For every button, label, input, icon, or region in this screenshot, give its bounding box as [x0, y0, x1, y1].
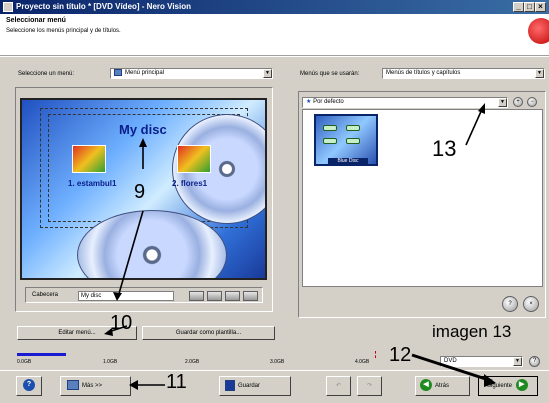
menus-used-select[interactable]: Menús de títulos y capítulos ▼ — [382, 68, 545, 79]
help-icon: ? — [23, 379, 35, 392]
menus-used-value: Menús de títulos y capítulos — [386, 70, 461, 76]
more-icon — [67, 380, 79, 391]
template-add-icon[interactable]: + — [513, 97, 523, 107]
capacity-tick: 0.0GB — [17, 359, 32, 365]
next-arrow-icon: ▶ — [515, 379, 528, 392]
menu-icon — [114, 69, 122, 76]
app-icon — [3, 2, 13, 12]
chevron-down-icon[interactable]: ▼ — [263, 69, 272, 78]
save-button-label: Guardar — [238, 383, 261, 389]
menu-select[interactable]: Menú principal ▼ — [110, 68, 273, 79]
capacity-tick: 4.0GB — [355, 359, 370, 365]
undo-button[interactable]: ↶ — [326, 376, 351, 396]
more-button-label: Más >> — [82, 383, 103, 389]
image-caption: imagen 13 — [432, 322, 512, 341]
redo-icon: ↷ — [366, 383, 373, 389]
page-subtitle: Seleccione los menús principal y de títu… — [6, 28, 121, 34]
format-select-value: DVD — [444, 358, 457, 364]
font-icon[interactable] — [243, 291, 258, 301]
close-button[interactable]: × — [535, 2, 546, 12]
capacity-limit-marker — [375, 351, 376, 358]
title-bar: Proyecto sin título * [DVD Vídeo] - Nero… — [0, 0, 549, 14]
minimize-button[interactable]: _ — [513, 2, 524, 12]
menu-select-label: Seleccione un menú: — [18, 71, 75, 77]
menu-item-label[interactable]: 1. estambul1 — [68, 179, 116, 188]
caption-label: Cabecera — [32, 292, 59, 298]
window-title: Proyecto sin título * [DVD Vídeo] - Nero… — [16, 2, 191, 11]
template-name: Blue Disc — [328, 158, 368, 164]
redo-button[interactable]: ↷ — [357, 376, 382, 396]
template-select[interactable]: ★ Por defecto ▼ — [302, 97, 508, 108]
help-icon[interactable]: ? — [529, 356, 540, 367]
template-remove-icon[interactable]: − — [527, 97, 537, 107]
template-chip — [346, 138, 360, 144]
delete-round-icon[interactable]: × — [523, 296, 539, 312]
template-chip — [323, 125, 337, 131]
format-select[interactable]: DVD ▼ — [440, 356, 523, 367]
page-title: Seleccionar menú — [6, 17, 66, 24]
annotation-10: 10 — [110, 312, 133, 334]
capacity-tick: 2.0GB — [185, 359, 200, 365]
align-center-icon[interactable] — [207, 291, 222, 301]
nero-logo — [528, 18, 549, 44]
save-template-button[interactable]: Guardar como plantilla... — [142, 326, 275, 340]
help-button[interactable]: ? — [16, 376, 42, 396]
next-button[interactable]: Siguiente ▶ — [478, 376, 538, 396]
caption-bar: Cabecera My disc — [25, 287, 263, 303]
settings-round-icon[interactable]: ? — [502, 296, 518, 312]
chevron-down-icon[interactable]: ▼ — [498, 98, 507, 107]
capacity-tick: 1.0GB — [103, 359, 118, 365]
template-chip — [323, 138, 337, 144]
disc-title[interactable]: My disc — [119, 122, 167, 137]
chevron-down-icon[interactable]: ▼ — [535, 69, 544, 78]
chapter-thumbnail[interactable] — [177, 145, 211, 173]
chevron-down-icon[interactable]: ▼ — [513, 357, 522, 366]
capacity-bar: 0.0GB 1.0GB 2.0GB 3.0GB 4.0GB — [17, 349, 429, 367]
chapter-thumbnail[interactable] — [72, 145, 106, 173]
maximize-button[interactable]: □ — [524, 2, 535, 12]
page-header — [0, 14, 549, 56]
template-panel: ★ Por defecto ▼ + − Blue Disc ? × — [298, 91, 546, 318]
menu-select-value: Menú principal — [125, 70, 165, 77]
align-left-icon[interactable] — [189, 291, 204, 301]
annotation-12: 12 — [389, 344, 412, 366]
caption-input[interactable]: My disc — [78, 291, 174, 301]
menus-used-label: Menús que se usarán: — [300, 71, 360, 77]
next-button-label: Siguiente — [487, 383, 513, 389]
save-button[interactable]: Guardar — [219, 376, 291, 396]
menu-item-label[interactable]: 2. flores1 — [172, 179, 207, 188]
capacity-fill — [17, 353, 66, 356]
annotation-11: 11 — [166, 371, 187, 393]
back-arrow-icon: ◀ — [420, 379, 432, 392]
back-button-label: Atrás — [435, 383, 450, 389]
floppy-icon — [225, 379, 235, 391]
annotation-9: 9 — [134, 181, 146, 203]
annotation-13: 13 — [432, 136, 457, 161]
align-right-icon[interactable] — [225, 291, 240, 301]
template-gallery: Blue Disc — [302, 109, 543, 287]
template-header: ★ Por defecto ▼ + − — [302, 95, 543, 109]
template-chip — [346, 125, 360, 131]
star-icon: ★ — [306, 99, 312, 105]
capacity-tick: 3.0GB — [270, 359, 285, 365]
back-button[interactable]: ◀ Atrás — [415, 376, 470, 396]
template-select-value: Por defecto — [313, 99, 344, 105]
template-thumbnail[interactable]: Blue Disc — [314, 114, 378, 166]
undo-icon: ↶ — [335, 383, 342, 389]
more-button[interactable]: Más >> — [60, 376, 131, 396]
